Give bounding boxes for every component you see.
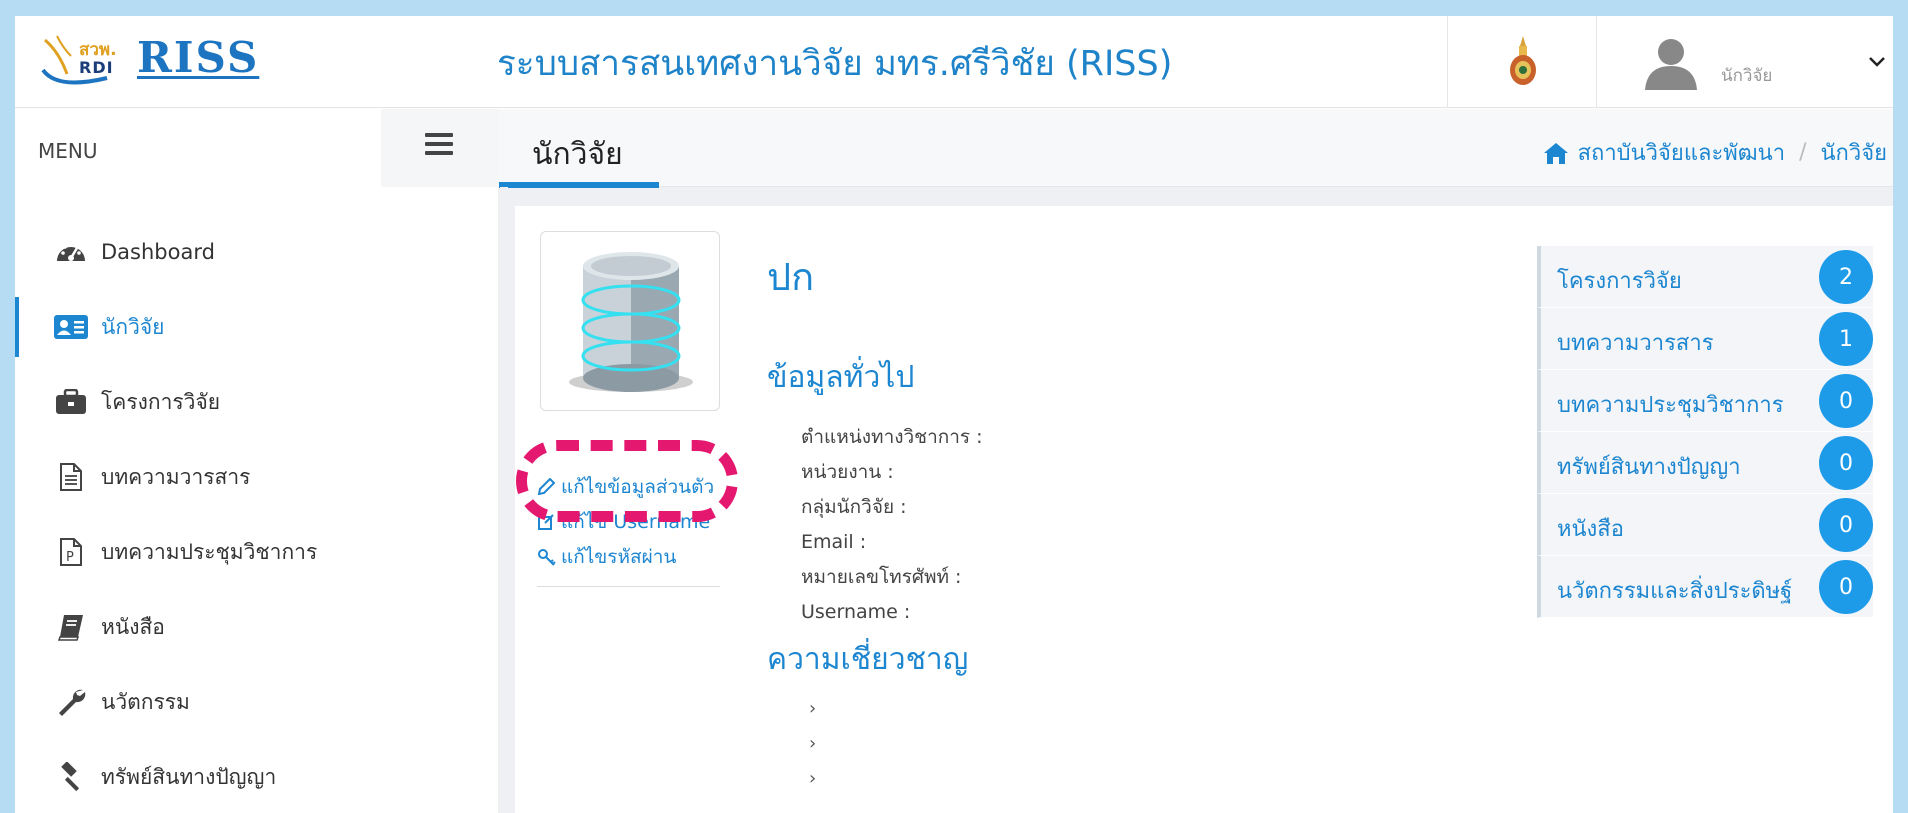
p-document-icon: P: [54, 535, 88, 569]
wrench-icon: [54, 685, 88, 719]
page-title-underline: [499, 182, 659, 188]
profile-actions: แก้ไขข้อมูลส่วนตัว แก้ไข Username แก้ไขร…: [537, 469, 732, 574]
profile-photo: [540, 231, 720, 411]
field-academic-position: ตำแหน่งทางวิชาการ :: [801, 426, 983, 448]
app-frame: สวพ. RDI RISS ระบบสารสนเทศงานวิจัย มทร.ศ…: [15, 16, 1893, 813]
stat-label: หนังสือ: [1557, 517, 1624, 542]
user-name: นักวิจัย: [1721, 66, 1773, 86]
sidebar-item-researcher[interactable]: นักวิจัย: [15, 297, 495, 357]
sidebar-item-dashboard[interactable]: Dashboard: [15, 222, 495, 282]
expertise-item: ›: [809, 768, 817, 789]
expertise-item: ›: [809, 698, 817, 719]
sidebar-item-label: โครงการวิจัย: [101, 389, 221, 414]
sidebar-item-conference-papers[interactable]: P บทความประชุมวิชาการ: [15, 522, 495, 582]
gavel-icon: [54, 760, 88, 794]
site-title: ระบบสารสนเทศงานวิจัย มทร.ศรีวิชัย (RISS): [497, 44, 1173, 84]
stat-count-badge: 0: [1819, 436, 1873, 490]
sidebar: Dashboard นักวิจัย โครงการวิจัย บทความวา…: [15, 187, 499, 813]
database-icon: [569, 252, 693, 392]
chevron-down-icon[interactable]: [1868, 56, 1886, 68]
field-department: หน่วยงาน :: [801, 461, 894, 483]
sidebar-gutter: [500, 187, 508, 813]
id-card-icon: [54, 310, 88, 344]
hamburger-menu-icon[interactable]: [425, 133, 453, 157]
document-icon: [54, 460, 88, 494]
sidebar-item-label: หนังสือ: [101, 614, 165, 639]
svg-text:P: P: [66, 550, 74, 565]
logo-text-bottom: RDI: [79, 58, 114, 77]
menu-title: MENU: [38, 139, 98, 163]
stat-research-projects[interactable]: โครงการวิจัย 2: [1537, 246, 1873, 308]
sidebar-item-books[interactable]: หนังสือ: [15, 597, 495, 657]
stat-intellectual-property[interactable]: ทรัพย์สินทางปัญญา 0: [1537, 432, 1873, 494]
profile-card: แก้ไขข้อมูลส่วนตัว แก้ไข Username แก้ไขร…: [515, 206, 1893, 813]
briefcase-icon: [54, 385, 88, 419]
expertise-list: › › ›: [809, 691, 816, 796]
university-emblem-icon: [1510, 36, 1536, 85]
stat-label: นวัตกรรมและสิ่งประดิษฐ์: [1557, 579, 1793, 604]
stat-conference-papers[interactable]: บทความประชุมวิชาการ 0: [1537, 370, 1873, 432]
breadcrumb-item-researcher[interactable]: นักวิจัย: [1821, 135, 1888, 170]
key-icon: [537, 548, 557, 566]
stat-count-badge: 0: [1819, 374, 1873, 428]
researcher-name: ปก: [767, 255, 815, 299]
general-info-title: ข้อมูลทั่วไป: [767, 360, 915, 395]
general-info-list: ตำแหน่งทางวิชาการ : หน่วยงาน : กลุ่มนักว…: [801, 420, 983, 630]
page-header: นักวิจัย สถาบันวิจัยและพัฒนา / นักวิจัย: [499, 109, 1893, 188]
sidebar-item-intellectual-property[interactable]: ทรัพย์สินทางปัญญา: [15, 747, 495, 807]
expertise-title: ความเชี่ยวชาญ: [767, 642, 969, 677]
field-phone: หมายเลขโทรศัพท์ :: [801, 566, 962, 588]
edit-profile-link[interactable]: แก้ไขข้อมูลส่วนตัว: [537, 469, 732, 504]
emblem-cell: [1447, 16, 1597, 108]
sidebar-item-innovation[interactable]: นวัตกรรม: [15, 672, 495, 732]
breadcrumb-item-institute[interactable]: สถาบันวิจัยและพัฒนา: [1578, 135, 1786, 170]
stat-books[interactable]: หนังสือ 0: [1537, 494, 1873, 556]
breadcrumb-separator: /: [1799, 140, 1807, 165]
stat-label: ทรัพย์สินทางปัญญา: [1557, 455, 1741, 480]
sidebar-item-label: Dashboard: [101, 240, 215, 264]
sidebar-item-journal-articles[interactable]: บทความวารสาร: [15, 447, 495, 507]
sidebar-item-label: นวัตกรรม: [101, 689, 190, 714]
pencil-icon: [537, 477, 557, 496]
stat-count-badge: 1: [1819, 312, 1873, 366]
field-research-group: กลุ่มนักวิจัย :: [801, 496, 907, 518]
breadcrumb: สถาบันวิจัยและพัฒนา / นักวิจัย: [1542, 135, 1887, 170]
logo-text-riss: RISS: [137, 33, 260, 82]
stat-innovations[interactable]: นวัตกรรมและสิ่งประดิษฐ์ 0: [1537, 556, 1873, 618]
sidebar-item-label: นักวิจัย: [101, 314, 165, 339]
edit-username-label: แก้ไข Username: [561, 510, 711, 533]
riss-logo[interactable]: สวพ. RDI RISS: [37, 30, 277, 90]
sidebar-item-label: ทรัพย์สินทางปัญญา: [101, 764, 277, 789]
actions-divider: [537, 586, 720, 587]
stat-count-badge: 0: [1819, 498, 1873, 552]
top-navbar: สวพ. RDI RISS ระบบสารสนเทศงานวิจัย มทร.ศ…: [15, 16, 1893, 108]
stat-count-badge: 0: [1819, 560, 1873, 614]
dashboard-icon: [54, 235, 88, 269]
field-email: Email :: [801, 531, 867, 553]
expertise-item: ›: [809, 733, 817, 754]
stat-count-badge: 2: [1819, 250, 1873, 304]
hamburger-cell: [381, 109, 499, 187]
field-username: Username :: [801, 601, 911, 623]
stat-label: บทความประชุมวิชาการ: [1557, 393, 1784, 418]
stat-journal-articles[interactable]: บทความวารสาร 1: [1537, 308, 1873, 370]
stat-label: บทความวารสาร: [1557, 331, 1714, 356]
change-password-label: แก้ไขรหัสผ่าน: [561, 545, 677, 568]
home-icon[interactable]: [1542, 141, 1570, 165]
page-title: นักวิจัย: [532, 137, 623, 172]
user-avatar-icon: [1645, 39, 1697, 90]
user-menu[interactable]: นักวิจัย: [1598, 16, 1893, 108]
sidebar-item-label: บทความวารสาร: [101, 464, 251, 489]
sidebar-item-label: บทความประชุมวิชาการ: [101, 539, 318, 564]
edit-profile-label: แก้ไขข้อมูลส่วนตัว: [561, 475, 715, 498]
book-icon: [54, 610, 88, 644]
edit-username-link[interactable]: แก้ไข Username: [537, 504, 732, 539]
edit-square-icon: [537, 513, 557, 531]
change-password-link[interactable]: แก้ไขรหัสผ่าน: [537, 539, 732, 574]
stats-panel: โครงการวิจัย 2 บทความวารสาร 1 บทความประช…: [1537, 246, 1873, 618]
sidebar-item-projects[interactable]: โครงการวิจัย: [15, 372, 495, 432]
stat-label: โครงการวิจัย: [1557, 269, 1682, 294]
